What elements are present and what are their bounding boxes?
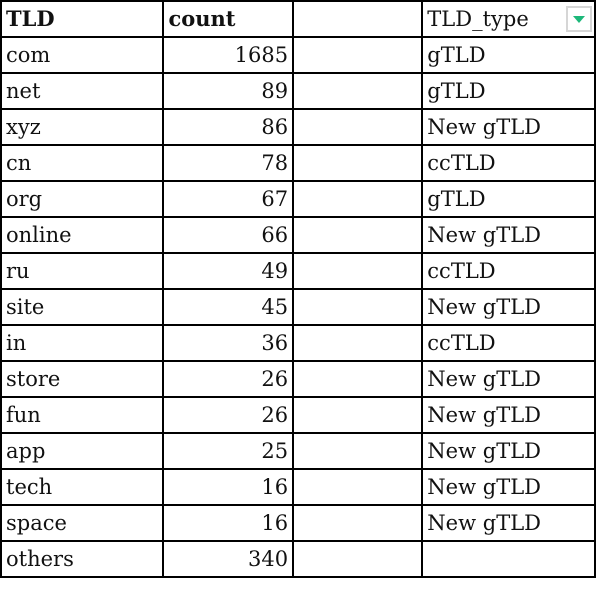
header-tld-type-label: TLD_type [427,7,529,31]
table-row: net 89 gTLD [0,72,596,110]
cell-tld[interactable]: net [0,72,165,110]
cell-tld[interactable]: ru [0,252,165,290]
cell-empty[interactable] [292,180,424,218]
cell-empty[interactable] [292,468,424,506]
cell-tld[interactable]: space [0,504,165,542]
cell-empty[interactable] [292,144,424,182]
cell-tld[interactable]: com [0,36,165,74]
cell-count[interactable]: 26 [162,360,295,398]
cell-tld[interactable]: store [0,360,165,398]
table-row: com 1685 gTLD [0,36,596,74]
table-row: app 25 New gTLD [0,432,596,470]
cell-empty[interactable] [292,72,424,110]
cell-tld[interactable]: fun [0,396,165,434]
cell-empty[interactable] [292,324,424,362]
cell-tld-type[interactable]: New gTLD [421,396,596,434]
filter-dropdown-button[interactable] [566,6,592,32]
table-row: fun 26 New gTLD [0,396,596,434]
header-cell-tld-type[interactable]: TLD_type [421,0,596,38]
cell-tld[interactable]: cn [0,144,165,182]
cell-tld[interactable]: app [0,432,165,470]
cell-tld-type[interactable]: New gTLD [421,108,596,146]
cell-tld[interactable]: in [0,324,165,362]
cell-empty[interactable] [292,36,424,74]
cell-tld-type[interactable]: New gTLD [421,216,596,254]
cell-count[interactable]: 1685 [162,36,295,74]
cell-empty[interactable] [292,216,424,254]
cell-count[interactable]: 26 [162,396,295,434]
cell-empty[interactable] [292,252,424,290]
cell-count[interactable]: 25 [162,432,295,470]
cell-count[interactable]: 36 [162,324,295,362]
cell-empty[interactable] [292,504,424,542]
header-cell-count[interactable]: count [162,0,295,38]
header-cell-tld[interactable]: TLD [0,0,165,38]
cell-tld-type[interactable]: New gTLD [421,360,596,398]
spreadsheet-grid: TLD count TLD_type com 1685 gTLD net 89 gTLD x… [0,0,596,578]
table-row: store 26 New gTLD [0,360,596,398]
cell-empty[interactable] [292,540,424,578]
header-row: TLD count TLD_type [0,0,596,38]
cell-tld-type[interactable]: gTLD [421,72,596,110]
cell-tld[interactable]: xyz [0,108,165,146]
table-row: cn 78 ccTLD [0,144,596,182]
cell-count[interactable]: 45 [162,288,295,326]
cell-tld-type[interactable]: ccTLD [421,324,596,362]
cell-count[interactable]: 89 [162,72,295,110]
cell-empty[interactable] [292,396,424,434]
cell-count[interactable]: 86 [162,108,295,146]
cell-count[interactable]: 340 [162,540,295,578]
cell-count[interactable]: 66 [162,216,295,254]
table-row: online 66 New gTLD [0,216,596,254]
cell-count[interactable]: 67 [162,180,295,218]
cell-tld[interactable]: online [0,216,165,254]
table-row: space 16 New gTLD [0,504,596,542]
cell-tld-type[interactable]: New gTLD [421,504,596,542]
cell-tld[interactable]: org [0,180,165,218]
cell-empty[interactable] [292,432,424,470]
cell-tld[interactable]: others [0,540,165,578]
table-row: tech 16 New gTLD [0,468,596,506]
dropdown-filter-icon [573,15,585,23]
header-cell-empty[interactable] [292,0,424,38]
cell-empty[interactable] [292,360,424,398]
cell-tld-type[interactable] [421,540,596,578]
cell-tld-type[interactable]: gTLD [421,180,596,218]
cell-tld-type[interactable]: New gTLD [421,468,596,506]
cell-tld-type[interactable]: New gTLD [421,288,596,326]
table-row: org 67 gTLD [0,180,596,218]
table-row: ru 49 ccTLD [0,252,596,290]
cell-count[interactable]: 49 [162,252,295,290]
cell-count[interactable]: 78 [162,144,295,182]
cell-tld-type[interactable]: New gTLD [421,432,596,470]
cell-count[interactable]: 16 [162,504,295,542]
cell-tld-type[interactable]: ccTLD [421,252,596,290]
table-row: site 45 New gTLD [0,288,596,326]
cell-tld[interactable]: tech [0,468,165,506]
cell-tld-type[interactable]: gTLD [421,36,596,74]
table-row: xyz 86 New gTLD [0,108,596,146]
cell-tld-type[interactable]: ccTLD [421,144,596,182]
cell-tld[interactable]: site [0,288,165,326]
table-row: others 340 [0,540,596,578]
cell-count[interactable]: 16 [162,468,295,506]
cell-empty[interactable] [292,288,424,326]
table-row: in 36 ccTLD [0,324,596,362]
cell-empty[interactable] [292,108,424,146]
